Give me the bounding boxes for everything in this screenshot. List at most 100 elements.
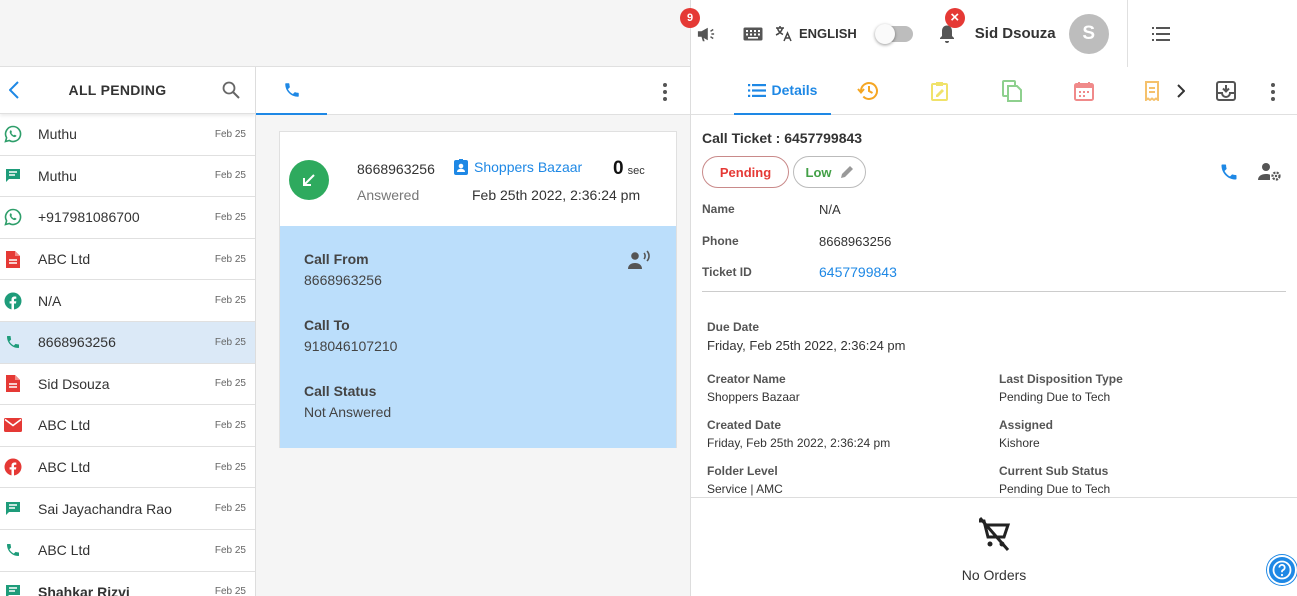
company-link[interactable]: Shoppers Bazaar [454,159,582,175]
sub-status-label: Current Sub Status [999,464,1109,478]
toggle-switch[interactable] [874,23,913,44]
keyboard-icon [743,27,763,40]
translate-icon [775,25,792,41]
list-item-date: Feb 25 [214,128,246,140]
list-item[interactable]: 8668963256 Feb 25 [0,321,255,364]
list-item-name: Shahkar Rizvi [38,583,130,596]
created-date-label: Created Date [707,418,782,432]
assigned-value: Kishore [999,436,1040,450]
tabs-scroll-right[interactable] [1169,67,1193,115]
interaction-panel: 8668963256 Answered Shoppers Bazaar 0 se… [256,67,690,596]
pencil-icon[interactable] [840,165,854,179]
company-name: Shoppers Bazaar [474,159,583,175]
call-to-value: 918046107210 [304,338,398,354]
list-item-name: 8668963256 [38,334,116,351]
list-item-name: Sai Jayachandra Rao [38,500,172,517]
ticket-tabs: Details [691,67,1297,115]
interaction-more-button[interactable] [663,83,667,101]
phone-value: 8668963256 [819,234,892,249]
last-disposition-value: Pending Due to Tech [999,390,1111,404]
list-item-date: Feb 25 [214,419,246,431]
folder-level-label: Folder Level [707,464,778,478]
user-name[interactable]: Sid Dsouza [975,25,1056,42]
list-item-name: Muthu [38,126,77,143]
tab-history[interactable] [851,67,885,115]
list-item-date: Feb 25 [214,211,246,223]
list-item[interactable]: Muthu Feb 25 [0,156,255,198]
avatar[interactable]: S [1068,13,1109,54]
list-item[interactable]: ABC Ltd Feb 25 [0,239,255,281]
chat-icon [4,500,22,518]
divider [702,291,1286,292]
ticket-title: Call Ticket : 6457799843 [702,130,863,146]
name-value: N/A [819,202,841,217]
tab-billing[interactable] [1139,67,1165,115]
voice-person-icon[interactable] [628,250,652,270]
call-state: Answered [357,187,420,203]
last-disposition-label: Last Disposition Type [999,372,1123,386]
priority-badge[interactable]: Low [793,156,866,188]
list-item[interactable]: ABC Ltd Feb 25 [0,530,255,572]
call-from-value: 8668963256 [304,272,382,288]
tab-details[interactable]: Details [734,67,831,115]
list-item[interactable]: +917981086700 Feb 25 [0,197,255,239]
creator-value: Shoppers Bazaar [707,390,800,404]
menu-button[interactable] [1128,0,1195,67]
call-customer-icon[interactable] [1219,162,1239,182]
list-item[interactable]: Shahkar Rizvi Feb 25 [0,572,255,596]
due-date-value: Friday, Feb 25th 2022, 2:36:24 pm [707,338,906,353]
status-label: Pending [719,164,772,180]
contact-card-icon [454,159,468,175]
list-item[interactable]: N/A Feb 25 [0,280,255,322]
status-toggle[interactable] [874,23,913,44]
call-to-label: Call To [304,317,350,333]
tab-documents[interactable] [995,67,1029,115]
list-item-name: ABC Ltd [38,251,91,268]
tab-notes[interactable] [923,67,957,115]
keyboard-button[interactable] [741,19,765,49]
orders-section: No Orders [691,497,1297,596]
list-item[interactable]: Muthu Feb 25 [0,114,255,156]
list-item[interactable]: Sid Dsouza Feb 25 [0,364,255,406]
call-datetime: Feb 25th 2022, 2:36:24 pm [472,187,641,203]
list-title: ALL PENDING [68,82,167,98]
announcements-badge: 9 [680,7,700,28]
language-selector[interactable]: ENGLISH [775,25,857,42]
help-button[interactable] [1267,555,1297,585]
notifications-button[interactable]: × [935,7,965,49]
tab-call[interactable] [256,67,327,115]
tab-calendar[interactable] [1067,67,1101,115]
megaphone-icon [697,27,715,41]
archive-icon [1216,81,1236,101]
list-item-date: Feb 25 [214,170,246,182]
ticket-id-link[interactable]: 6457799843 [819,264,897,280]
list-header: ALL PENDING [0,67,255,114]
call-phone: 8668963256 [357,161,435,177]
duration-value: 0 [613,158,624,179]
list-item-date: Feb 25 [214,586,246,596]
created-date-value: Friday, Feb 25th 2022, 2:36:24 pm [707,436,891,450]
list-item-date: Feb 25 [214,461,246,473]
list-item-name: Muthu [38,167,77,184]
list-item-date: Feb 25 [214,544,246,556]
list-item-date: Feb 25 [214,378,246,390]
list-item-date: Feb 25 [214,336,246,348]
list-item[interactable]: ABC Ltd Feb 25 [0,405,255,447]
list-item-date: Feb 25 [214,295,246,307]
call-status-label: Call Status [304,383,377,399]
call-card: 8668963256 Answered Shoppers Bazaar 0 se… [279,131,677,448]
archive-button[interactable] [1211,67,1241,115]
name-label: Name [702,202,735,216]
priority-label: Low [805,164,832,180]
status-badge[interactable]: Pending [702,156,789,188]
chat-icon [4,167,22,185]
list-item[interactable]: ABC Ltd Feb 25 [0,447,255,489]
announcements-button[interactable]: 9 [680,7,721,49]
list-item[interactable]: Sai Jayachandra Rao Feb 25 [0,488,255,530]
phone-icon [4,333,22,351]
ticket-more-button[interactable] [1271,83,1275,101]
back-button[interactable] [0,67,28,114]
search-button[interactable] [207,67,255,114]
user-settings-icon[interactable] [1258,162,1282,182]
list-item-name: ABC Ltd [38,459,91,476]
